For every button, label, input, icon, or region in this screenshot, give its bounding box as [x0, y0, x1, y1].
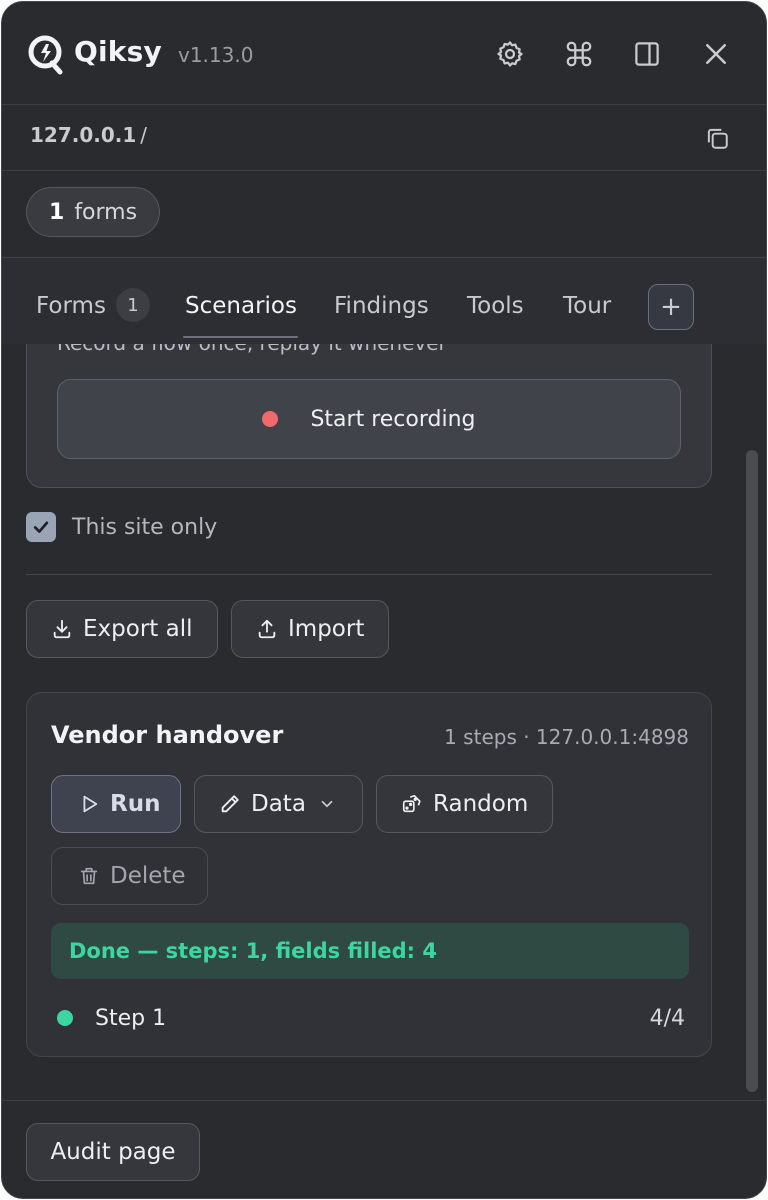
- checkmark-icon: [33, 521, 49, 533]
- forms-count: 1: [49, 199, 65, 225]
- tab-forms-badge: 1: [116, 288, 150, 322]
- run-button[interactable]: Run: [51, 775, 181, 833]
- footer: Audit page: [2, 1100, 766, 1198]
- dice-icon: [402, 794, 421, 813]
- scenario-card: Vendor handover 1 steps · 127.0.0.1:4898…: [26, 692, 712, 1057]
- step-name: Step 1: [95, 1005, 167, 1031]
- upload-icon: [258, 619, 276, 639]
- site-only-checkbox[interactable]: [26, 512, 56, 542]
- forms-count-chip[interactable]: 1 forms: [26, 187, 161, 237]
- forms-count-label: forms: [74, 199, 138, 225]
- run-label: Run: [110, 791, 161, 817]
- url-path: /: [140, 123, 148, 147]
- start-recording-button[interactable]: Start recording: [57, 379, 681, 459]
- side-panel-icon[interactable]: [629, 36, 665, 72]
- divider: [26, 574, 712, 575]
- step-row: Step 1 4/4: [51, 1001, 689, 1035]
- random-button[interactable]: Random: [376, 775, 553, 833]
- audit-page-button[interactable]: Audit page: [26, 1123, 200, 1181]
- site-only-option[interactable]: This site only: [26, 512, 217, 542]
- chevron-down-icon: [321, 800, 333, 808]
- import-button[interactable]: Import: [231, 600, 389, 658]
- tab-tour[interactable]: Tour: [563, 293, 611, 319]
- current-url: 127.0.0.1/: [30, 123, 147, 147]
- data-dropdown-button[interactable]: Data: [194, 775, 363, 833]
- url-host: 127.0.0.1: [30, 123, 137, 147]
- trash-icon: [80, 867, 98, 885]
- start-recording-label: Start recording: [310, 406, 476, 432]
- random-label: Random: [433, 791, 529, 817]
- header: Qiksy v1.13.0: [2, 2, 766, 105]
- recorder-card: Record a flow once, replay it whenever S…: [26, 344, 712, 488]
- export-all-button[interactable]: Export all: [26, 600, 218, 658]
- recorder-hint: Record a flow once, replay it whenever: [57, 344, 447, 355]
- command-icon[interactable]: [561, 36, 597, 72]
- tab-tools[interactable]: Tools: [467, 293, 524, 319]
- brand-name: Qiksy: [74, 35, 162, 68]
- step-fields-count: 4/4: [649, 1005, 685, 1031]
- close-icon[interactable]: [698, 36, 734, 72]
- scenario-title: Vendor handover: [51, 721, 284, 749]
- record-dot-icon: [262, 411, 279, 427]
- export-all-label: Export all: [83, 616, 193, 642]
- scrollbar-thumb[interactable]: [746, 450, 758, 1092]
- copy-icon[interactable]: [704, 125, 730, 151]
- play-icon: [83, 795, 98, 813]
- qiksy-logo-icon: [28, 35, 63, 75]
- delete-label: Delete: [110, 863, 186, 889]
- version-label: v1.13.0: [178, 43, 254, 67]
- delete-button[interactable]: Delete: [51, 847, 208, 905]
- import-label: Import: [288, 616, 365, 642]
- tab-findings[interactable]: Findings: [334, 293, 429, 319]
- run-status-banner: Done — steps: 1, fields filled: 4: [51, 923, 689, 979]
- step-status-dot: [57, 1010, 73, 1026]
- pencil-icon: [221, 795, 239, 813]
- download-icon: [53, 619, 71, 639]
- forms-summary-row: 1 forms: [2, 171, 766, 258]
- tab-forms[interactable]: Forms: [36, 293, 106, 319]
- gear-icon[interactable]: [492, 36, 528, 72]
- scenario-meta: 1 steps · 127.0.0.1:4898: [444, 725, 689, 749]
- site-only-label: This site only: [72, 514, 218, 540]
- extension-panel: Qiksy v1.13.0 127.0.0.1/ 1 forms Forms 1…: [1, 1, 767, 1199]
- tab-scenarios[interactable]: Scenarios: [185, 293, 297, 319]
- active-tab-indicator: [183, 336, 298, 338]
- scenarios-content: Record a flow once, replay it whenever S…: [2, 344, 766, 1099]
- url-bar: 127.0.0.1/: [2, 105, 766, 171]
- data-label: Data: [251, 791, 306, 817]
- tab-bar: Forms 1 Scenarios Findings Tools Tour +: [2, 258, 766, 344]
- add-tab-button[interactable]: +: [648, 284, 694, 330]
